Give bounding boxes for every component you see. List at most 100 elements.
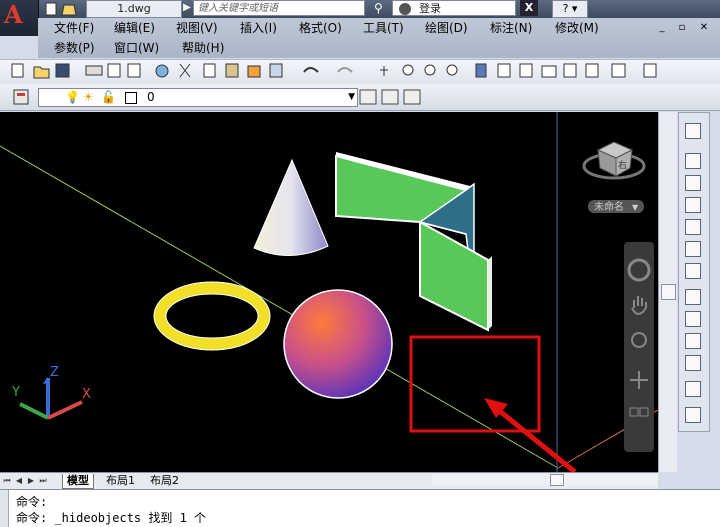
chevron-down-icon[interactable]: ▼ (348, 89, 355, 105)
layer-state-icon[interactable] (403, 89, 421, 105)
document-tab[interactable]: 1.dwg (86, 0, 182, 18)
vertical-scroll-thumb[interactable] (661, 284, 676, 300)
tab-layout2[interactable]: 布局2 (146, 474, 183, 488)
login-field[interactable]: 登录 (392, 0, 516, 16)
doc-restore-button[interactable]: ▫ (674, 21, 690, 35)
quick-access-icons (45, 2, 77, 16)
prev-tab-icon[interactable]: ◀ (14, 475, 24, 487)
menu-file[interactable]: 文件(F) (54, 20, 94, 36)
menu-modify[interactable]: 修改(M) (555, 20, 599, 36)
copy-icon[interactable] (203, 63, 216, 78)
open-icon[interactable] (33, 66, 50, 79)
binoculars-icon[interactable]: ⚲ (374, 0, 390, 16)
menu-window[interactable]: 窗口(W) (114, 40, 159, 56)
left-view-icon[interactable] (685, 197, 701, 213)
workspace-icon[interactable] (643, 63, 657, 78)
zoom-search-icon[interactable] (685, 407, 701, 423)
horizontal-scroll-thumb[interactable] (550, 474, 564, 486)
sheet-set-icon[interactable] (541, 65, 557, 78)
camera-icon[interactable] (685, 381, 701, 397)
chevron-down-icon: ▼ (632, 203, 639, 212)
make-current-icon[interactable] (359, 89, 377, 105)
doc-close-button[interactable]: ✕ (696, 21, 712, 35)
layer-tool-icons (359, 89, 421, 105)
drawing-canvas[interactable]: Z Y X 右 未命名 ▼ (0, 112, 658, 472)
viewcube[interactable]: 右 (582, 141, 646, 180)
menu-tools[interactable]: 工具(T) (363, 20, 404, 36)
nw-iso-icon[interactable] (685, 355, 701, 371)
bottom-view-icon[interactable] (685, 175, 701, 191)
menu-view[interactable]: 视图(V) (176, 20, 218, 36)
plot-icon[interactable] (85, 65, 103, 76)
new-file-icon[interactable] (45, 2, 57, 16)
match-properties-icon[interactable] (247, 65, 261, 78)
viewcube-face-label: 右 (618, 159, 627, 171)
menu-parametric[interactable]: 参数(P) (54, 40, 95, 56)
sphere-solid[interactable] (283, 289, 393, 399)
markup-icon[interactable] (563, 63, 577, 78)
doc-minimize-button[interactable]: _ (654, 21, 670, 35)
redo-icon[interactable] (337, 67, 353, 73)
menu-draw[interactable]: 绘图(D) (425, 20, 468, 36)
first-tab-icon[interactable]: ⏮ (2, 475, 12, 487)
design-center-icon[interactable] (497, 63, 511, 78)
front-view-icon[interactable] (685, 241, 701, 257)
open-file-icon[interactable] (61, 4, 77, 16)
zoom-window-icon[interactable] (424, 64, 436, 76)
layer-previous-icon[interactable] (381, 89, 399, 105)
right-view-icon[interactable] (685, 219, 701, 235)
paste-icon[interactable] (225, 63, 239, 78)
menu-dimension[interactable]: 标注(N) (490, 20, 532, 36)
help-toolbar-icon[interactable] (611, 63, 626, 78)
plot-preview-icon[interactable] (107, 63, 121, 78)
menu-insert[interactable]: 插入(I) (240, 20, 277, 36)
se-iso-icon[interactable] (685, 311, 701, 327)
quickcalc-icon[interactable] (585, 63, 599, 78)
ucs-icon (19, 377, 83, 420)
layer-color-swatch (125, 92, 137, 104)
lock-icon: 🔓 (101, 90, 116, 104)
vertical-scrollbar[interactable] (658, 112, 677, 472)
named-views-icon[interactable] (685, 123, 701, 139)
login-label: 登录 (419, 2, 441, 15)
menu-help[interactable]: 帮助(H) (182, 40, 224, 56)
tab-model[interactable]: 模型 (62, 474, 94, 489)
play-icon[interactable]: ▶ (181, 0, 193, 16)
horizontal-scrollbar[interactable] (432, 474, 658, 486)
block-editor-icon[interactable] (269, 63, 283, 78)
last-tab-icon[interactable]: ⏭ (38, 475, 48, 487)
search-input[interactable]: 键入关键字或短语 (193, 0, 365, 16)
undo-icon[interactable] (303, 67, 319, 73)
qnew-icon[interactable] (11, 63, 24, 78)
back-view-icon[interactable] (685, 263, 701, 279)
top-view-icon[interactable] (685, 153, 701, 169)
command-window[interactable]: 命令: 命令: _hideobjects 找到 1 个 (0, 489, 720, 527)
cut-icon[interactable] (179, 63, 191, 78)
command-window-grip[interactable] (0, 490, 9, 527)
cone-solid[interactable] (253, 158, 329, 257)
properties-icon[interactable] (475, 63, 487, 78)
zoom-previous-icon[interactable] (446, 64, 458, 76)
application-menu-button[interactable]: A (0, 0, 39, 36)
save-icon[interactable] (55, 63, 70, 78)
menu-edit[interactable]: 编辑(E) (114, 20, 155, 36)
publish-icon[interactable] (127, 63, 141, 78)
menu-format[interactable]: 格式(O) (299, 20, 342, 36)
ucs-z-label: Z (50, 365, 59, 380)
next-tab-icon[interactable]: ▶ (26, 475, 36, 487)
zoom-realtime-icon[interactable] (402, 64, 414, 76)
user-icon (399, 3, 411, 15)
3d-dwf-icon[interactable] (155, 64, 169, 78)
exchange-button[interactable]: X (520, 0, 538, 16)
layer-dropdown[interactable]: 💡 ☀ 🔓 0 ▼ (38, 88, 358, 107)
layer-properties-icon[interactable] (10, 86, 34, 108)
ne-iso-icon[interactable] (685, 333, 701, 349)
torus-solid[interactable] (153, 281, 271, 351)
tab-layout1[interactable]: 布局1 (102, 474, 139, 488)
autocad-logo-icon: A (4, 0, 23, 29)
pan-icon[interactable] (380, 66, 388, 76)
tool-palettes-icon[interactable] (519, 63, 533, 78)
help-button[interactable]: ? ▾ (552, 0, 588, 18)
ucs-dropdown-label: 未命名 (594, 200, 624, 213)
sw-iso-icon[interactable] (685, 289, 701, 305)
